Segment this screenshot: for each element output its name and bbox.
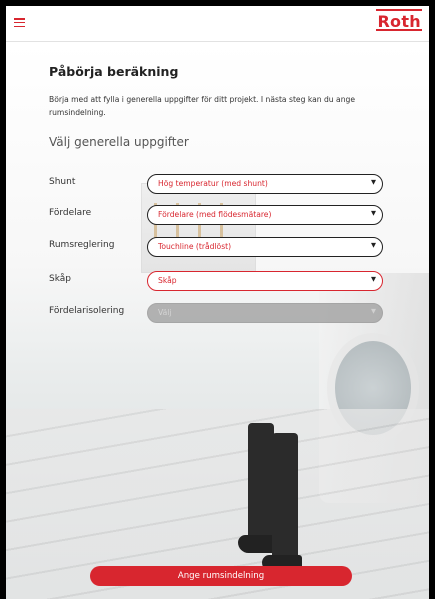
skap-label: Skåp — [49, 274, 71, 284]
roth-logo[interactable]: Roth — [376, 9, 422, 31]
shunt-select-value: Hög temperatur (med shunt) — [158, 179, 268, 188]
skap-row: Skåp Skåp ▼ — [49, 271, 389, 291]
form-intro: Påbörja beräkning Börja med att fylla i … — [49, 64, 389, 149]
section-title: Välj generella uppgifter — [49, 135, 189, 149]
fordelarisolering-label: Fördelarisolering — [49, 306, 125, 316]
hamburger-menu-icon[interactable] — [14, 18, 25, 28]
app-frame: Roth Påbörja beräkning Börja med att fyl… — [6, 6, 429, 599]
rumsreglering-row: Rumsreglering Touchline (trådlöst) ▼ — [49, 237, 389, 257]
rumsreglering-select[interactable]: Touchline (trådlöst) ▼ — [147, 237, 383, 257]
fordelarisolering-row: Fördelarisolering Välj ▼ — [49, 303, 389, 323]
fordelarisolering-select-value: Välj — [158, 308, 172, 317]
skap-select-value: Skåp — [158, 276, 177, 285]
fordelare-label: Fördelare — [49, 208, 92, 218]
dropdown-arrow-icon: ▼ — [371, 307, 376, 315]
rumsreglering-select-value: Touchline (trådlöst) — [158, 242, 232, 251]
shunt-label: Shunt — [49, 177, 76, 187]
fordelare-select[interactable]: Fördelare (med flödesmätare) ▼ — [147, 205, 383, 225]
rumsreglering-label: Rumsreglering — [49, 240, 115, 250]
fordelare-row: Fördelare Fördelare (med flödesmätare) ▼ — [49, 205, 389, 225]
intro-text: Börja med att fylla i generella uppgifte… — [49, 95, 355, 117]
shunt-row: Shunt Hög temperatur (med shunt) ▼ — [49, 174, 389, 194]
dropdown-arrow-icon: ▼ — [371, 275, 376, 283]
shunt-select[interactable]: Hög temperatur (med shunt) ▼ — [147, 174, 383, 194]
dropdown-arrow-icon: ▼ — [371, 178, 376, 186]
top-bar: Roth — [6, 6, 429, 42]
background-boots — [238, 423, 308, 573]
dropdown-arrow-icon: ▼ — [371, 241, 376, 249]
dropdown-arrow-icon: ▼ — [371, 209, 376, 217]
fordelarisolering-select[interactable]: Välj ▼ — [147, 303, 383, 323]
fordelare-select-value: Fördelare (med flödesmätare) — [158, 210, 272, 219]
ange-rumsindelning-button[interactable]: Ange rumsindelning — [90, 566, 352, 586]
page-title: Påbörja beräkning — [49, 64, 179, 79]
skap-select[interactable]: Skåp ▼ — [147, 271, 383, 291]
